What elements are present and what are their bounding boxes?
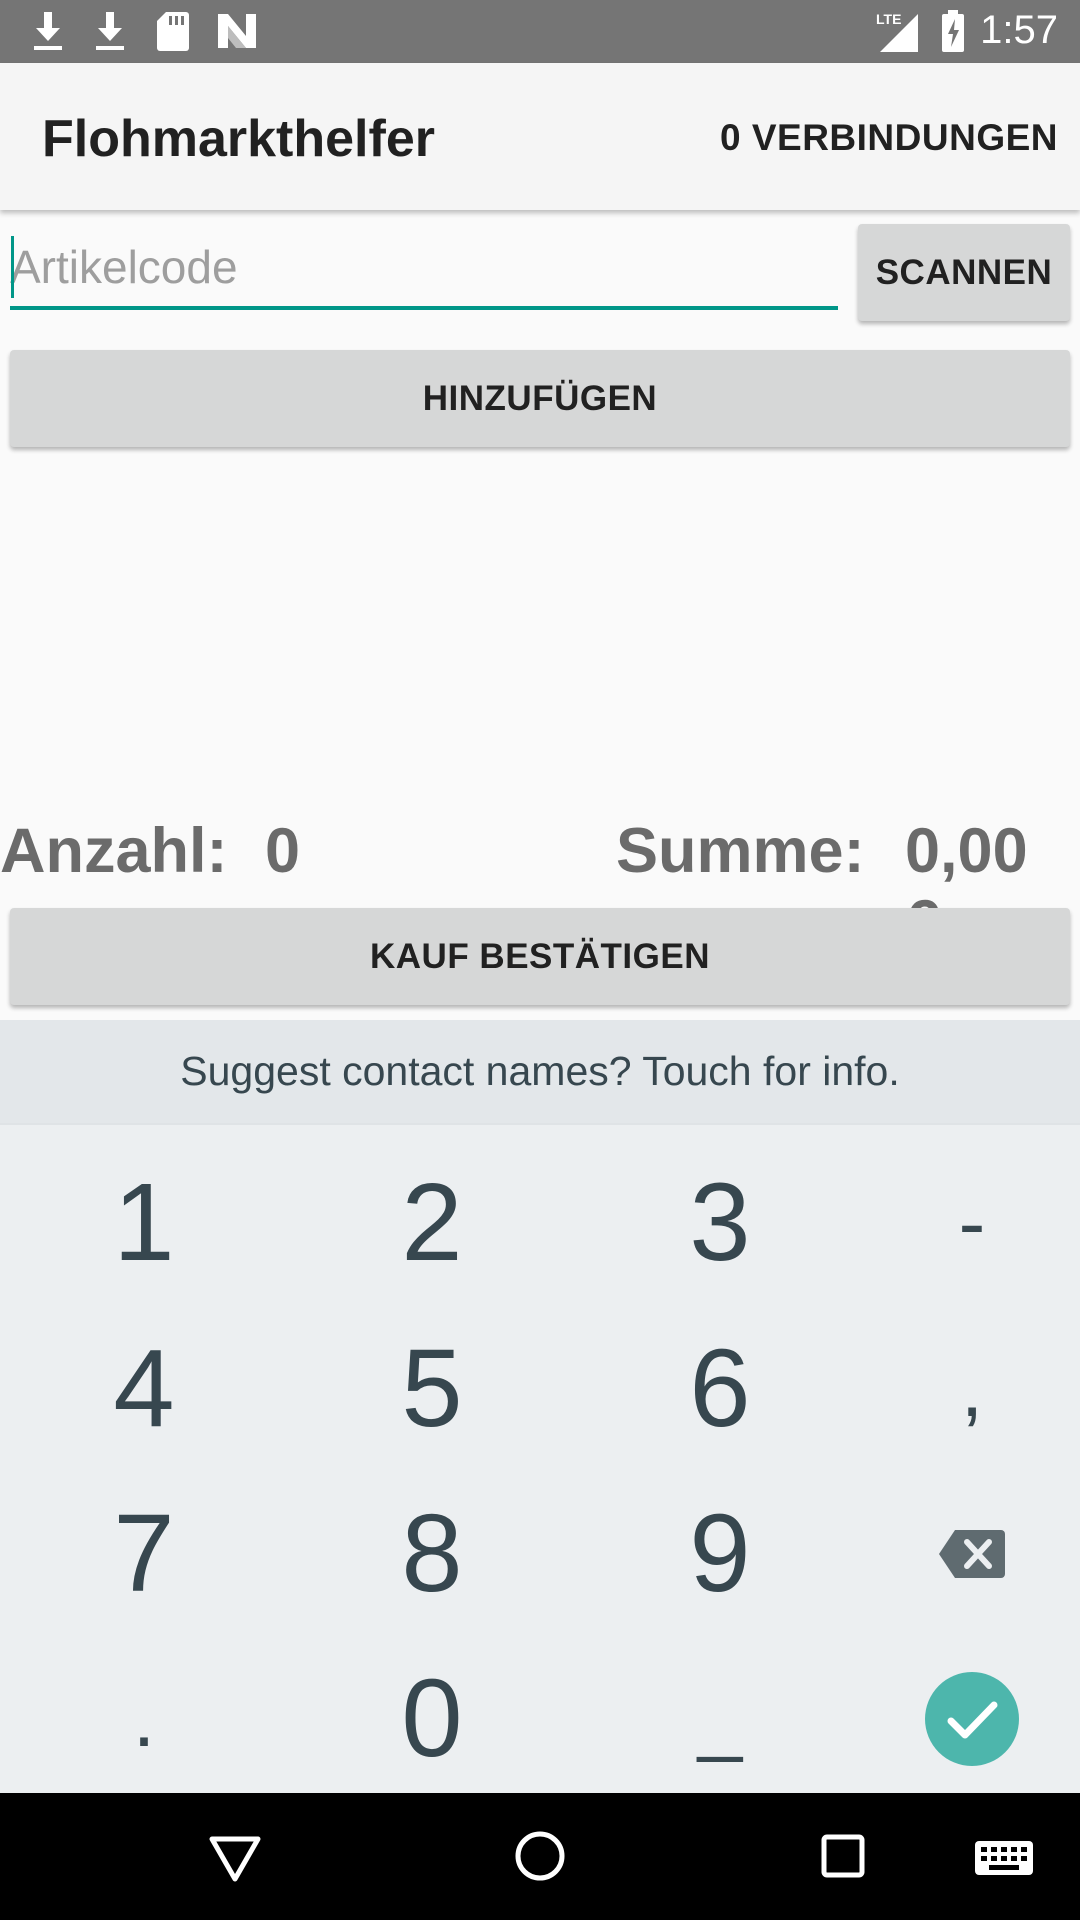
download-icon [96,12,124,50]
done-check-icon [925,1671,1019,1766]
key-2[interactable]: 2 [297,1140,567,1305]
sd-card-icon [157,12,189,51]
battery-charging-icon [942,10,964,52]
backspace-key[interactable] [837,1471,1080,1636]
keyboard-switch-icon[interactable] [965,1821,1045,1891]
add-button[interactable]: HINZUFÜGEN [10,350,1070,447]
key-0[interactable]: 0 [297,1636,567,1801]
key-7[interactable]: 7 [9,1471,279,1636]
key-minus[interactable]: - [837,1140,1080,1305]
key-9[interactable]: 9 [585,1471,855,1636]
svg-text:LTE: LTE [876,11,901,27]
key-4[interactable]: 4 [9,1306,279,1471]
keyboard-suggestion-strip[interactable]: Suggest contact names? Touch for info. [0,1020,1080,1125]
article-code-input[interactable] [10,228,838,310]
navigation-bar [0,1793,1080,1920]
key-underscore[interactable]: _ [585,1636,855,1801]
key-3[interactable]: 3 [585,1140,855,1305]
status-time: 1:57 [980,8,1058,52]
back-icon[interactable] [200,1821,270,1891]
key-period[interactable]: . [9,1636,279,1801]
text-cursor [11,236,14,298]
n-logo-icon [218,14,256,48]
app-bar: Flohmarkthelfer 0 VERBINDUNGEN [0,63,1080,210]
recents-icon[interactable] [808,1821,878,1891]
backspace-icon [939,1529,1005,1578]
key-6[interactable]: 6 [585,1306,855,1471]
count-label: Anzahl: [0,816,228,886]
done-key[interactable] [837,1636,1080,1801]
sum-label: Summe: [616,816,865,886]
connections-button[interactable]: 0 VERBINDUNGEN [720,117,1058,159]
numeric-keyboard: Suggest contact names? Touch for info. 1… [0,1020,1080,1793]
key-comma[interactable]: , [837,1306,1080,1471]
app-title: Flohmarkthelfer [42,110,435,168]
download-icon [34,12,62,50]
home-icon[interactable] [505,1821,575,1891]
key-5[interactable]: 5 [297,1306,567,1471]
key-8[interactable]: 8 [297,1471,567,1636]
confirm-purchase-button[interactable]: KAUF BESTÄTIGEN [10,908,1070,1005]
scan-button[interactable]: SCANNEN [858,224,1070,321]
key-1[interactable]: 1 [9,1140,279,1305]
count-value: 0 [265,816,301,886]
lte-signal-icon: LTE [876,11,918,52]
status-bar: LTE 1:57 [0,0,1080,63]
